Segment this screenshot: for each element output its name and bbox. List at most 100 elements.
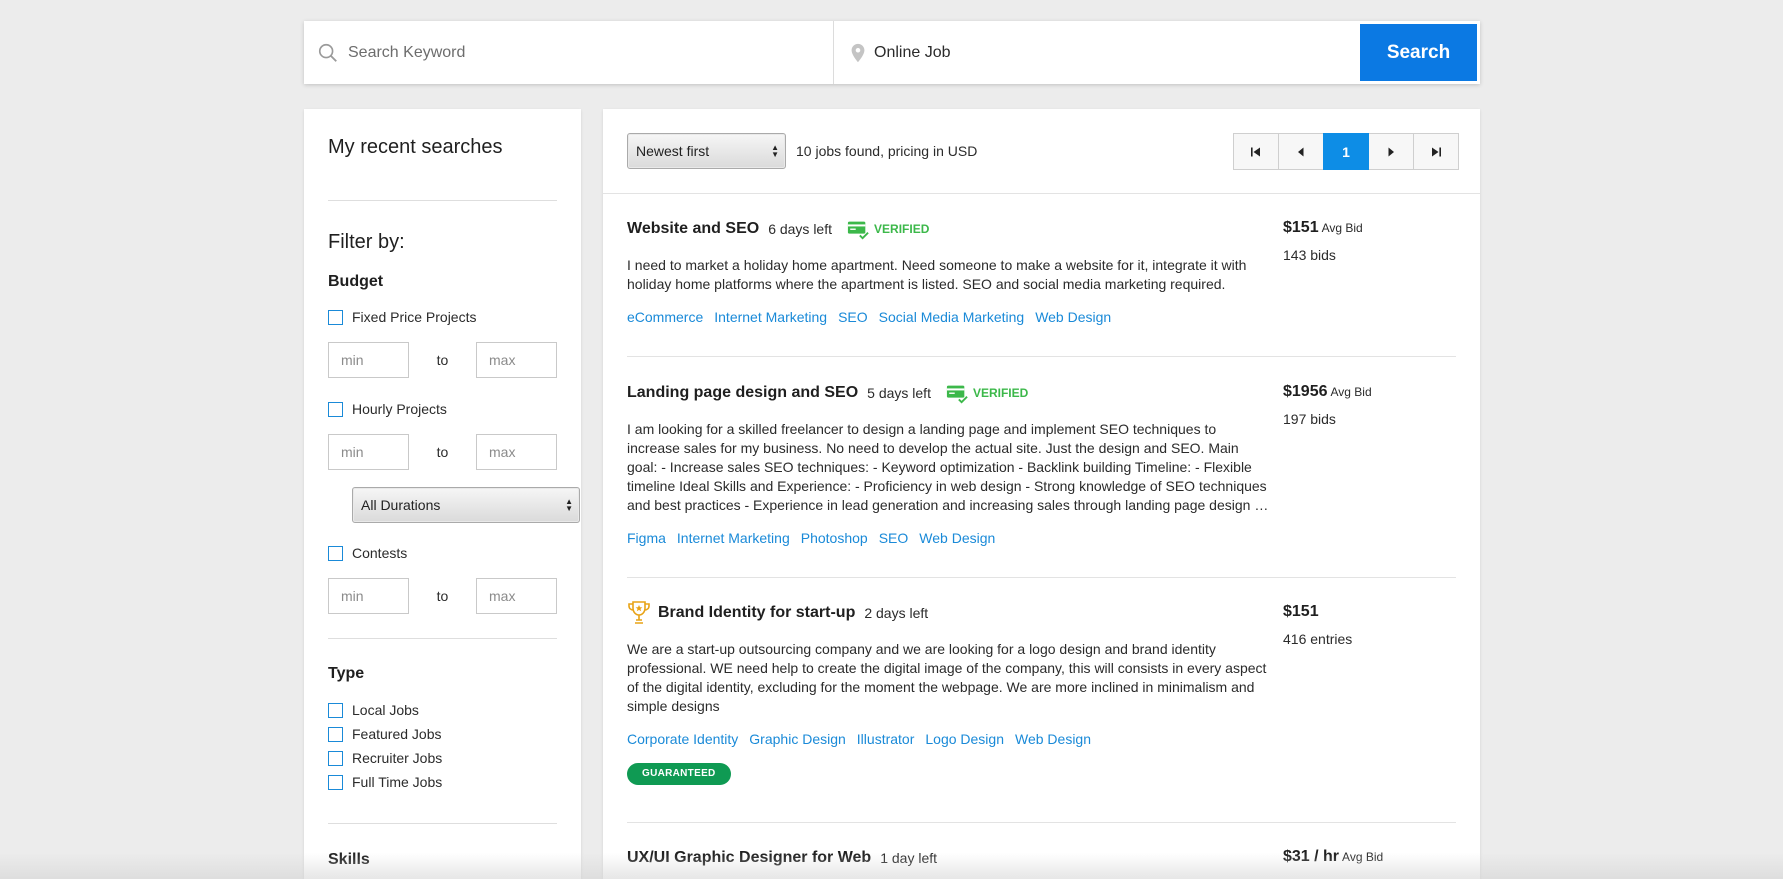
price-amount: $31 / hr [1283, 848, 1340, 865]
type-recruiter-jobs[interactable]: Recruiter Jobs [328, 750, 442, 766]
job-title-link[interactable]: Brand Identity for start-up [658, 604, 855, 622]
days-left: 2 days left [864, 605, 929, 621]
type-full-time-jobs[interactable]: Full Time Jobs [328, 774, 442, 790]
badge-row: GUARANTEED [627, 763, 1456, 785]
type-label: Local Jobs [352, 702, 419, 718]
results-count: 10 jobs found, pricing in USD [796, 143, 978, 159]
checkbox-box[interactable] [328, 774, 343, 790]
pagination: 1 [1233, 133, 1459, 170]
price-unit: Avg Bid [1330, 385, 1372, 399]
hourly-checkbox[interactable]: Hourly Projects [328, 401, 447, 417]
duration-select[interactable]: All Durations ▲ ▼ [352, 487, 580, 523]
job-divider [627, 577, 1456, 578]
job-tag[interactable]: Graphic Design [749, 731, 846, 747]
hourly-min-input[interactable] [328, 434, 409, 470]
keyword-input[interactable] [304, 21, 833, 84]
days-left: 6 days left [768, 221, 833, 237]
job-tag[interactable]: Photoshop [801, 530, 868, 546]
checkbox-box[interactable] [328, 401, 343, 417]
price-amount: $151 [1283, 603, 1319, 620]
select-arrows-icon: ▲ ▼ [565, 497, 573, 513]
fixed-min-input[interactable] [328, 342, 409, 378]
divider [328, 823, 557, 824]
budget-title: Budget [328, 273, 384, 290]
job-tag[interactable]: Logo Design [925, 731, 1004, 747]
job-item: Landing page design and SEO 5 days left … [627, 380, 1456, 546]
duration-selected: All Durations [361, 497, 441, 513]
job-tag[interactable]: eCommerce [627, 309, 703, 325]
job-price: $151 416 entries [1283, 603, 1352, 647]
next-page-button[interactable] [1368, 133, 1414, 170]
first-page-button[interactable] [1233, 133, 1279, 170]
skills-title: Skills [328, 851, 370, 868]
job-title-link[interactable]: Website and SEO [627, 220, 759, 238]
guaranteed-badge: GUARANTEED [627, 763, 731, 785]
job-title-link[interactable]: Landing page design and SEO [627, 384, 858, 402]
prev-page-icon [1298, 147, 1304, 156]
job-tag[interactable]: Web Design [1015, 731, 1091, 747]
contests-checkbox[interactable]: Contests [328, 545, 407, 561]
job-tag[interactable]: Social Media Marketing [879, 309, 1025, 325]
contests-label: Contests [352, 545, 408, 561]
keyword-field [304, 21, 834, 84]
job-tag[interactable]: Internet Marketing [714, 309, 827, 325]
job-tag[interactable]: SEO [838, 309, 868, 325]
divider [328, 200, 557, 201]
job-description: We are a start-up outsourcing company an… [627, 641, 1267, 714]
days-left: 1 day left [880, 850, 938, 866]
job-price: $151 Avg Bid 143 bids [1283, 219, 1363, 263]
job-tag[interactable]: Web Design [1035, 309, 1111, 325]
job-tag[interactable]: Illustrator [857, 731, 915, 747]
contests-max-input[interactable] [476, 578, 557, 614]
contests-min-input[interactable] [328, 578, 409, 614]
verified-label: VERIFIED [972, 386, 1029, 400]
type-label: Full Time Jobs [352, 774, 443, 790]
job-divider [627, 822, 1456, 823]
price-unit: Avg Bid [1321, 221, 1363, 235]
checkbox-box[interactable] [328, 309, 343, 325]
page-button-current[interactable]: 1 [1323, 133, 1369, 170]
search-button[interactable]: Search [1360, 24, 1477, 81]
type-label: Featured Jobs [352, 726, 442, 742]
checkbox-box[interactable] [328, 726, 343, 742]
trophy-icon [628, 601, 650, 624]
job-tag[interactable]: Corporate Identity [627, 731, 738, 747]
select-arrows-icon: ▲ ▼ [771, 143, 779, 159]
checkbox-box[interactable] [328, 545, 343, 561]
job-tag[interactable]: SEO [879, 530, 909, 546]
recent-searches-title: My recent searches [328, 136, 503, 158]
job-title-link[interactable]: UX/UI Graphic Designer for Web [627, 849, 871, 867]
type-title: Type [328, 665, 365, 682]
job-tag[interactable]: Web Design [919, 530, 995, 546]
first-page-icon [1251, 147, 1260, 156]
job-description: I need to market a holiday home apartmen… [627, 257, 1247, 292]
bid-count: 197 bids [1283, 411, 1336, 427]
type-label: Recruiter Jobs [352, 750, 443, 766]
job-tags: eCommerce Internet Marketing SEO Social … [627, 309, 1456, 325]
price-amount: $151 [1283, 219, 1319, 236]
job-tag[interactable]: Internet Marketing [677, 530, 790, 546]
prev-page-button[interactable] [1278, 133, 1324, 170]
fixed-max-input[interactable] [476, 342, 557, 378]
type-featured-jobs[interactable]: Featured Jobs [328, 726, 442, 742]
price-unit: Avg Bid [1342, 850, 1384, 864]
location-input[interactable] [834, 21, 1360, 84]
verified-card-icon [847, 221, 869, 240]
last-page-icon [1432, 147, 1441, 156]
to-label: to [436, 444, 449, 460]
job-price: $31 / hr Avg Bid [1283, 848, 1383, 866]
next-page-icon [1388, 147, 1394, 156]
hourly-max-input[interactable] [476, 434, 557, 470]
sort-select[interactable]: Newest first ▲ ▼ [627, 133, 786, 169]
checkbox-box[interactable] [328, 750, 343, 766]
job-item: Brand Identity for start-up 2 days left … [627, 600, 1456, 785]
search-icon [318, 43, 337, 62]
fixed-price-checkbox[interactable]: Fixed Price Projects [328, 309, 476, 325]
last-page-button[interactable] [1413, 133, 1459, 170]
fixed-price-range: to [328, 342, 557, 378]
results-toolbar: Newest first ▲ ▼ 10 jobs found, pricing i… [603, 109, 1480, 194]
checkbox-box[interactable] [328, 702, 343, 718]
location-field [834, 21, 1360, 84]
job-tag[interactable]: Figma [627, 530, 666, 546]
type-local-jobs[interactable]: Local Jobs [328, 702, 419, 718]
